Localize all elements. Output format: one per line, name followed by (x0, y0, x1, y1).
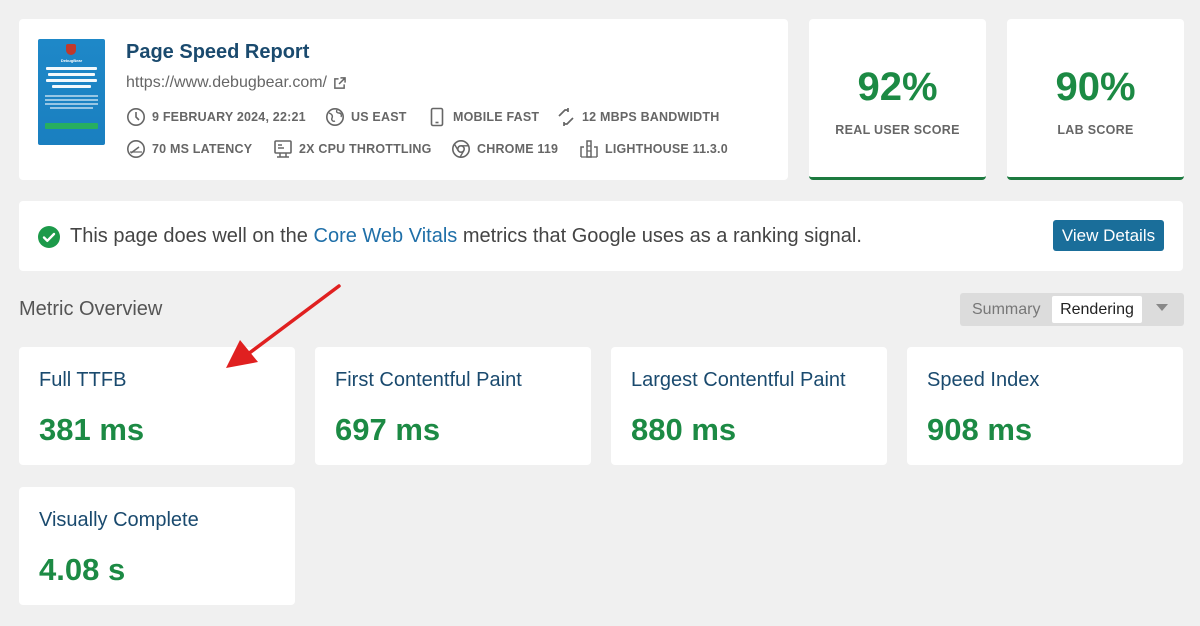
cwv-banner: This page does well on the Core Web Vita… (19, 201, 1183, 271)
metric-card-speed-index[interactable]: Speed Index 908 ms (907, 347, 1183, 465)
thumbnail-headline-line (46, 79, 97, 82)
lighthouse-icon (580, 140, 598, 158)
check-circle-icon (38, 226, 60, 248)
meta-latency: 70 MS LATENCY (126, 139, 252, 159)
latency-gauge-icon (127, 140, 145, 158)
lab-score-label: LAB SCORE (1057, 123, 1134, 137)
view-details-button[interactable]: View Details (1053, 220, 1164, 251)
cpu-icon (274, 140, 292, 158)
chevron-down-icon[interactable] (1156, 304, 1168, 311)
metric-value: 697 ms (335, 412, 441, 447)
metric-value: 381 ms (39, 412, 145, 447)
metric-card-full-ttfb[interactable]: Full TTFB 381 ms (19, 347, 295, 465)
bandwidth-icon (558, 108, 574, 126)
real-user-score-label: REAL USER SCORE (835, 123, 960, 137)
chrome-icon (452, 140, 470, 158)
meta-device-label: MOBILE FAST (453, 110, 540, 124)
globe-icon (326, 108, 344, 126)
clock-icon (127, 108, 145, 126)
real-user-score-card[interactable]: 92% REAL USER SCORE (809, 19, 986, 180)
thumbnail-headline (46, 67, 97, 70)
report-card: DebugBear Page Speed Report https://www.… (19, 19, 788, 180)
lab-score-card[interactable]: 90% LAB SCORE (1007, 19, 1184, 180)
meta-cpu: 2X CPU THROTTLING (273, 139, 432, 159)
meta-latency-label: 70 MS LATENCY (152, 142, 253, 156)
metric-value: 880 ms (631, 412, 737, 447)
meta-date: 9 FEBRUARY 2024, 22:21 (126, 107, 306, 127)
thumbnail-text-line (45, 99, 98, 101)
meta-lighthouse-label: LIGHTHOUSE 11.3.0 (605, 142, 728, 156)
meta-cpu-label: 2X CPU THROTTLING (299, 142, 432, 156)
thumbnail-text-line (45, 103, 98, 105)
metric-value: 908 ms (927, 412, 1033, 447)
cwv-text-before: This page does well on the (70, 225, 314, 247)
core-web-vitals-link[interactable]: Core Web Vitals (314, 225, 458, 247)
real-user-score-value: 92% (857, 65, 938, 109)
meta-browser-label: CHROME 119 (477, 142, 559, 156)
meta-lighthouse: LIGHTHOUSE 11.3.0 (579, 139, 728, 159)
meta-region: US EAST (325, 107, 407, 127)
meta-bandwidth: 12 MBPS BANDWIDTH (556, 107, 719, 127)
meta-bandwidth-label: 12 MBPS BANDWIDTH (582, 110, 720, 124)
thumbnail-headline-line (52, 85, 91, 88)
metric-card-first-contentful-paint[interactable]: First Contentful Paint 697 ms (315, 347, 591, 465)
page-thumbnail: DebugBear (38, 39, 105, 145)
meta-date-label: 9 FEBRUARY 2024, 22:21 (152, 110, 306, 124)
metric-name: Visually Complete (39, 509, 199, 531)
toggle-option-summary[interactable]: Summary (972, 301, 1040, 319)
cwv-text-after: metrics that Google uses as a ranking si… (457, 225, 862, 247)
metric-card-visually-complete[interactable]: Visually Complete 4.08 s (19, 487, 295, 605)
toggle-option-rendering[interactable]: Rendering (1052, 296, 1142, 323)
thumbnail-cta (45, 123, 98, 129)
thumbnail-brand: DebugBear (60, 58, 83, 63)
external-link-icon[interactable] (333, 76, 346, 90)
report-url-text: https://www.debugbear.com/ (126, 74, 327, 91)
metric-name: Speed Index (927, 369, 1040, 391)
metric-name: Largest Contentful Paint (631, 369, 846, 391)
meta-browser: CHROME 119 (451, 139, 558, 159)
meta-region-label: US EAST (351, 110, 407, 124)
page-title: Page Speed Report (126, 41, 310, 63)
metric-card-largest-contentful-paint[interactable]: Largest Contentful Paint 880 ms (611, 347, 887, 465)
report-url-link[interactable]: https://www.debugbear.com/ (126, 74, 346, 92)
meta-device: MOBILE FAST (427, 107, 539, 127)
metric-overview-title: Metric Overview (19, 298, 163, 320)
debugbear-logo-icon (66, 44, 76, 55)
view-toggle[interactable]: Summary Rendering (960, 293, 1184, 326)
metric-name: Full TTFB (39, 369, 127, 391)
metric-value: 4.08 s (39, 552, 126, 587)
mobile-icon (430, 107, 444, 127)
lab-score-value: 90% (1055, 65, 1136, 109)
thumbnail-text-line (50, 107, 93, 109)
cwv-message: This page does well on the Core Web Vita… (70, 225, 862, 248)
metric-name: First Contentful Paint (335, 369, 522, 391)
thumbnail-headline-line (48, 73, 95, 76)
thumbnail-text-line (45, 95, 98, 97)
